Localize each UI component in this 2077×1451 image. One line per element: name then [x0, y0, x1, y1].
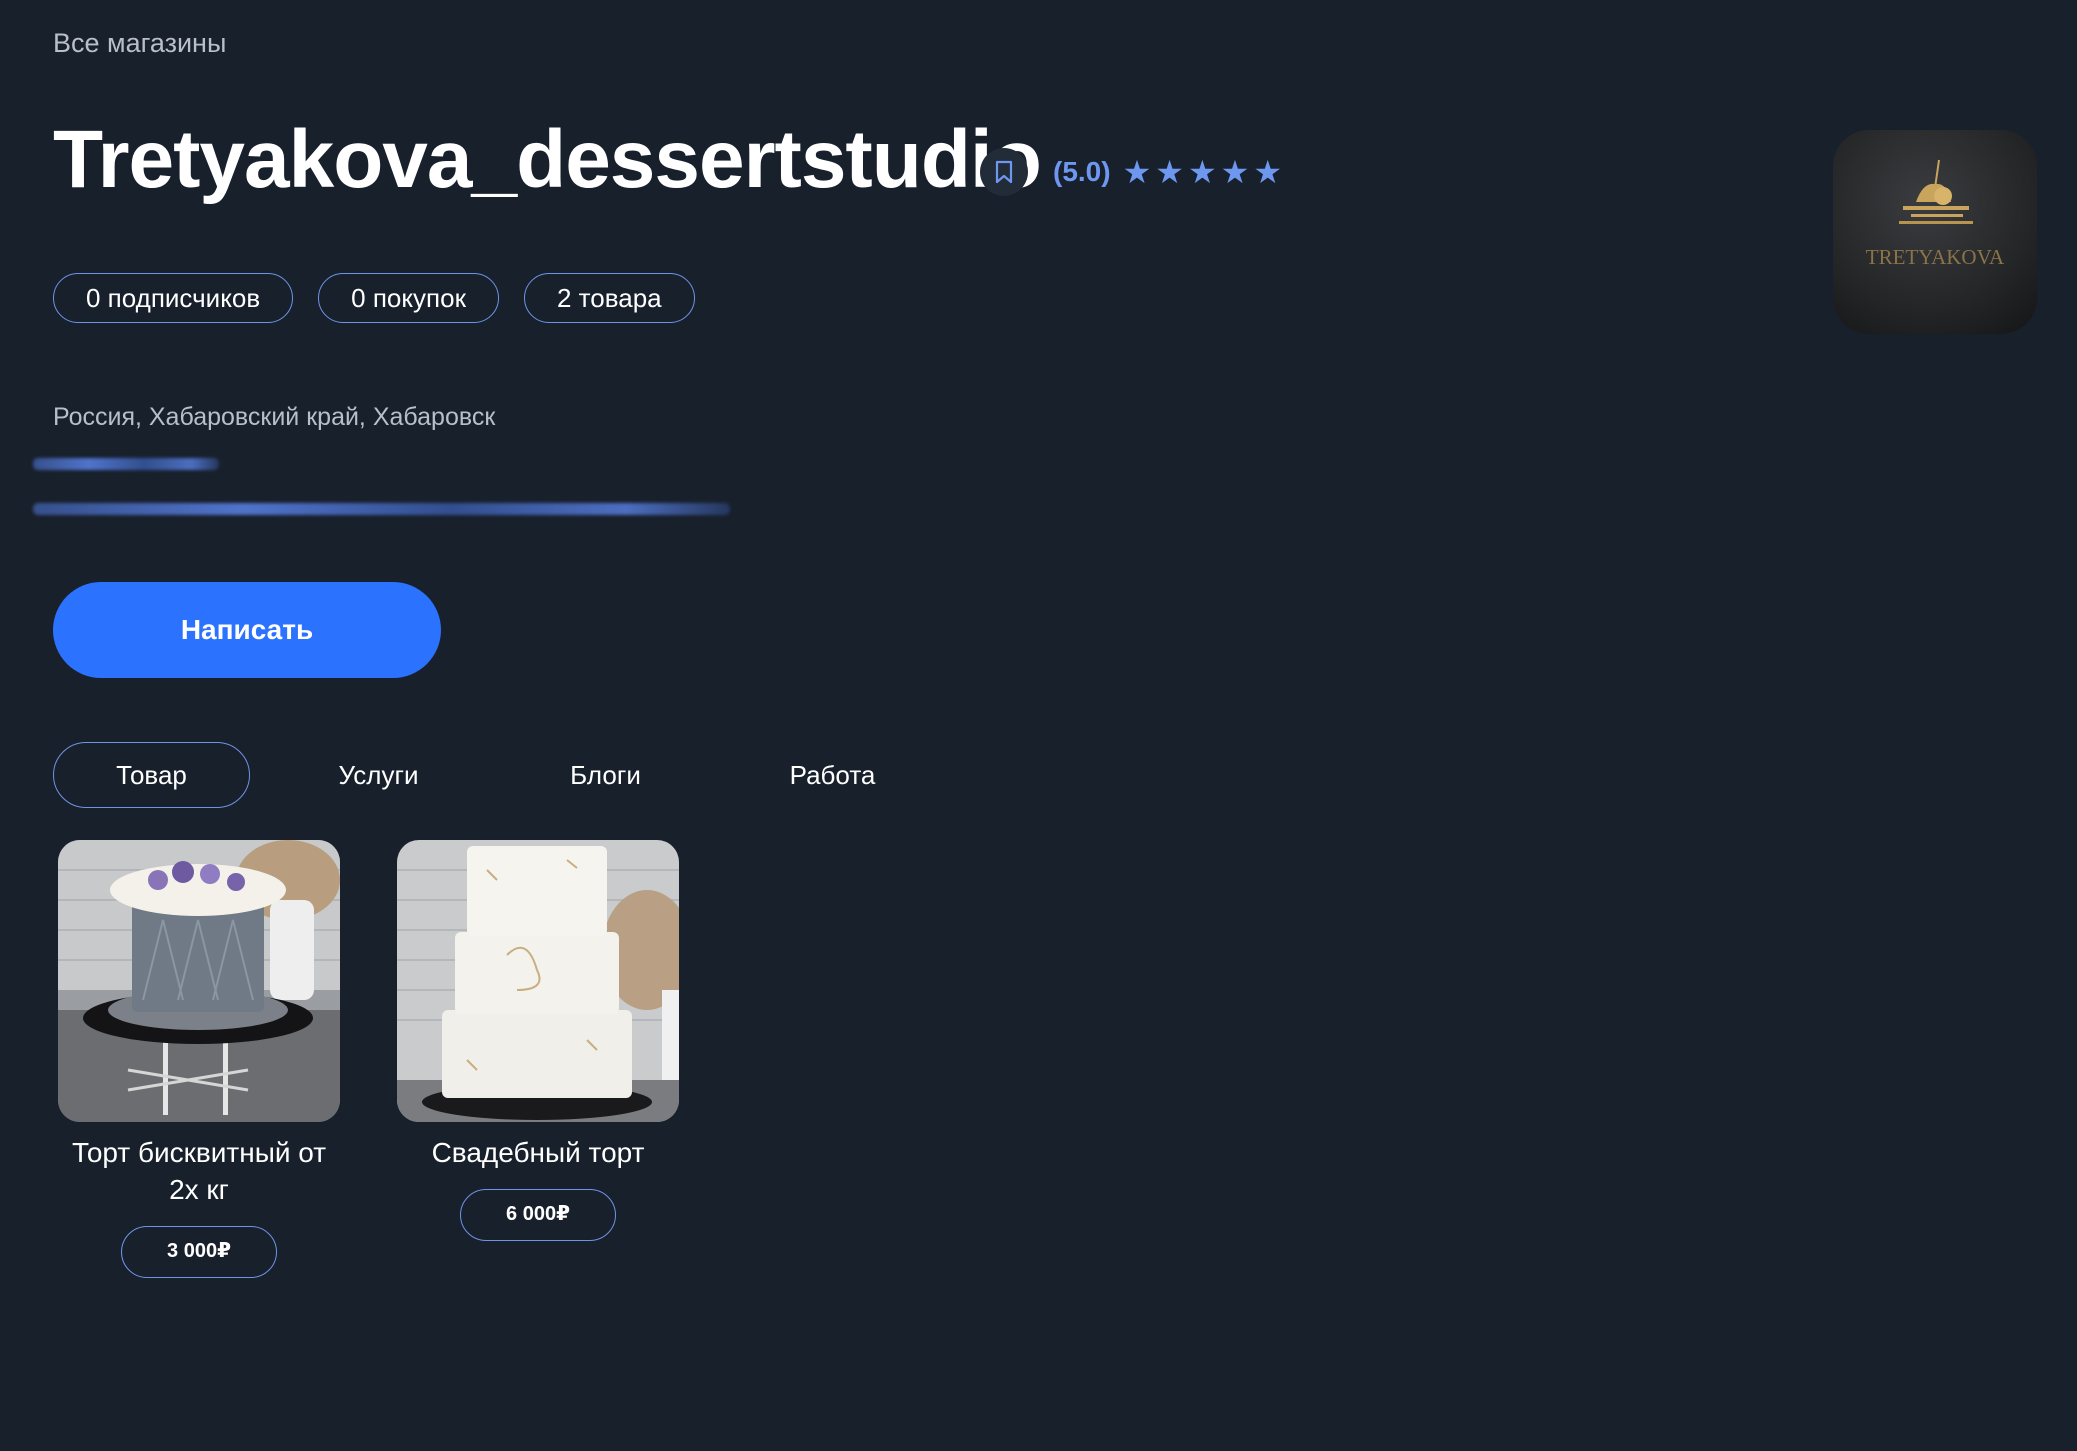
- product-card: Свадебный торт 6 000₽: [397, 840, 679, 1241]
- product-image[interactable]: [397, 840, 679, 1122]
- bookmark-button[interactable]: [980, 148, 1028, 196]
- star-icon: ★: [1155, 153, 1184, 191]
- products-count: 2 товара: [523, 273, 695, 323]
- rating-value: (5.0): [1053, 156, 1111, 187]
- tab-blogs[interactable]: Блоги: [507, 742, 704, 808]
- logo-text: TRETYAKOVA: [1866, 245, 2005, 269]
- star-icon: ★: [1187, 153, 1217, 191]
- followers-count: 0 подписчиков: [53, 273, 294, 323]
- star-icon: ★: [1253, 153, 1283, 191]
- redacted-text: [33, 503, 730, 515]
- category-tabs: Товар Услуги Блоги Работа: [53, 742, 961, 808]
- product-image[interactable]: [58, 840, 340, 1122]
- shop-rating: (5.0) ★ ★ ★ ★ ★: [1053, 152, 1286, 192]
- star-icon: ★: [1220, 153, 1250, 191]
- tab-goods[interactable]: Товар: [53, 742, 250, 808]
- shop-title: Tretyakova_dessertstudio: [53, 114, 1042, 205]
- product-price[interactable]: 6 000₽: [460, 1189, 616, 1241]
- product-card: Торт бисквитный от 2х кг 3 000₽: [58, 840, 340, 1278]
- product-price[interactable]: 3 000₽: [121, 1226, 277, 1278]
- shop-logo-art: TRETYAKOVA: [1866, 159, 2005, 269]
- purchases-count: 0 покупок: [318, 273, 499, 323]
- shop-stats: 0 подписчиков 0 покупок 2 товара: [53, 273, 720, 323]
- product-name[interactable]: Свадебный торт: [397, 1134, 679, 1171]
- breadcrumb-all-shops[interactable]: Все магазины: [53, 28, 226, 59]
- bookmark-icon: [995, 160, 1013, 184]
- star-icon: ★: [1122, 153, 1152, 191]
- redacted-text: [33, 458, 219, 470]
- shop-location: Россия, Хабаровский край, Хабаровск: [53, 403, 496, 431]
- shop-logo: TRETYAKOVA: [1833, 130, 2037, 334]
- write-message-button[interactable]: Написать: [53, 582, 441, 678]
- tab-jobs[interactable]: Работа: [734, 742, 931, 808]
- tab-services[interactable]: Услуги: [280, 742, 477, 808]
- product-name[interactable]: Торт бисквитный от 2х кг: [58, 1134, 340, 1208]
